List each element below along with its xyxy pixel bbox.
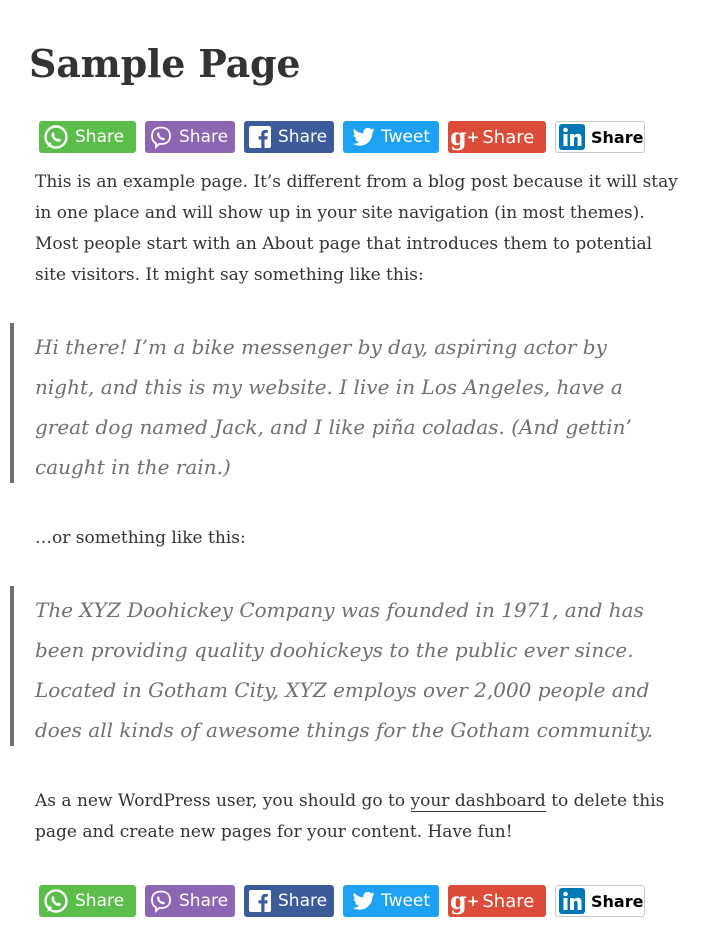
outro-paragraph: As a new WordPress user, you should go t…	[35, 786, 680, 848]
share-label: Share	[591, 891, 644, 911]
viber-icon	[149, 125, 173, 149]
tweet-label: Tweet	[381, 127, 431, 147]
share-label: Share	[482, 126, 535, 148]
google-plus-share-button[interactable]: g + Share	[448, 885, 546, 917]
twitter-icon	[353, 127, 375, 147]
whatsapp-icon	[43, 124, 69, 150]
quote-text: The XYZ Doohickey Company was founded in…	[35, 598, 653, 742]
whatsapp-share-button[interactable]: Share	[39, 885, 136, 917]
middle-paragraph: …or something like this:	[35, 528, 246, 548]
linkedin-share-button[interactable]: Share	[555, 885, 645, 917]
share-label: Share	[75, 891, 125, 911]
google-plus-icon: g +	[450, 122, 480, 151]
blockquote-company: The XYZ Doohickey Company was founded in…	[10, 586, 670, 746]
viber-share-button[interactable]: Share	[145, 121, 235, 153]
page: Sample Page Share Share Share Tweet g + …	[0, 0, 704, 944]
twitter-share-button[interactable]: Tweet	[343, 121, 439, 153]
twitter-icon	[353, 891, 375, 911]
share-buttons-top: Share Share Share Tweet g + Share Share	[39, 121, 654, 153]
page-title: Sample Page	[29, 41, 301, 86]
share-label: Share	[179, 891, 229, 911]
viber-share-button[interactable]: Share	[145, 885, 235, 917]
facebook-share-button[interactable]: Share	[244, 885, 334, 917]
outro-text-before: As a new WordPress user, you should go t…	[35, 791, 411, 811]
share-label: Share	[591, 127, 644, 147]
whatsapp-share-button[interactable]: Share	[39, 121, 136, 153]
linkedin-icon	[558, 887, 586, 915]
share-label: Share	[179, 127, 229, 147]
facebook-icon	[248, 889, 272, 913]
share-label: Share	[278, 127, 328, 147]
linkedin-icon	[558, 123, 586, 151]
tweet-label: Tweet	[381, 891, 431, 911]
dashboard-link[interactable]: your dashboard	[410, 791, 546, 812]
google-plus-icon: g +	[450, 886, 480, 915]
share-label: Share	[75, 127, 125, 147]
share-buttons-bottom: Share Share Share Tweet g + Share Share	[39, 885, 654, 917]
linkedin-share-button[interactable]: Share	[555, 121, 645, 153]
quote-text: Hi there! I’m a bike messenger by day, a…	[35, 335, 632, 479]
viber-icon	[149, 889, 173, 913]
share-label: Share	[482, 890, 535, 912]
facebook-share-button[interactable]: Share	[244, 121, 334, 153]
twitter-share-button[interactable]: Tweet	[343, 885, 439, 917]
facebook-icon	[248, 125, 272, 149]
whatsapp-icon	[43, 888, 69, 914]
google-plus-share-button[interactable]: g + Share	[448, 121, 546, 153]
blockquote-bio: Hi there! I’m a bike messenger by day, a…	[10, 323, 670, 483]
intro-paragraph: This is an example page. It’s different …	[35, 172, 678, 285]
share-label: Share	[278, 891, 328, 911]
